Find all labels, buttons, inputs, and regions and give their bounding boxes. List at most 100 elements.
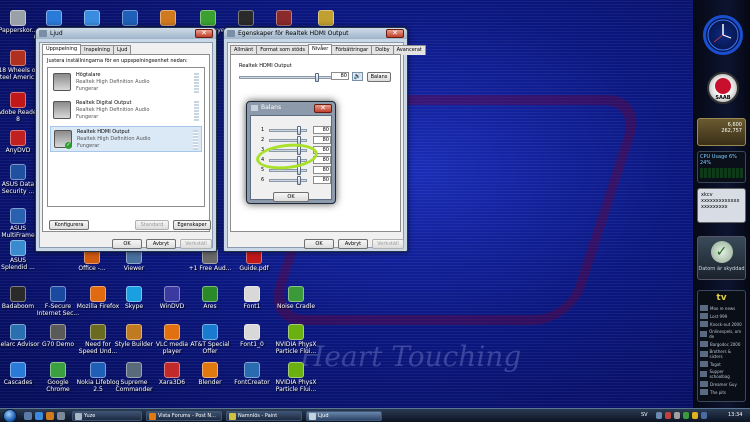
channel-slider-track[interactable] <box>269 139 307 142</box>
app-icon <box>202 286 218 302</box>
sidebar-tray-icon[interactable] <box>701 412 707 419</box>
desktop-icon[interactable]: Badaboom <box>0 286 40 310</box>
balance-ok-button[interactable]: OK <box>273 192 309 202</box>
app-icon <box>10 50 26 66</box>
task-vista-forums[interactable]: Vista Forums - Post N... <box>146 411 222 421</box>
desktop-icon-label: ASUS Splendid ... <box>1 257 35 271</box>
tv-list-item[interactable]: Knock-out 2000 <box>700 321 743 327</box>
channel-value-box[interactable]: 80 <box>313 136 331 144</box>
desktop-icon-label: Font1_0 <box>240 341 264 348</box>
desktop-icon[interactable]: ASUS Splendid ... <box>0 240 40 271</box>
close-button[interactable]: ✕ <box>314 104 332 113</box>
sound-window-titlebar[interactable]: Ljud ✕ <box>36 28 216 39</box>
task-yuze[interactable]: Yuze <box>72 411 142 421</box>
desktop-icon[interactable]: 18 Wheels of Steel Americ... <box>0 50 40 81</box>
ok-button[interactable]: OK <box>112 239 142 249</box>
properties-button[interactable]: Egenskaper <box>173 220 211 230</box>
desktop-icon[interactable]: AT&T Special Offer <box>188 324 232 355</box>
ok-button[interactable]: OK <box>304 239 334 249</box>
tv-list-item[interactable]: Tagot <box>700 361 743 367</box>
desktop-icon[interactable]: ASUS MultiFrame <box>0 208 40 239</box>
channel-slider-thumb[interactable] <box>297 176 301 185</box>
clock-time[interactable]: 13:34 <box>728 411 742 420</box>
channel-value-box[interactable]: 80 <box>313 176 331 184</box>
clock-gadget[interactable] <box>703 15 743 55</box>
show-desktop-icon[interactable] <box>24 412 32 420</box>
ie-icon[interactable] <box>35 412 43 420</box>
properties-window-titlebar[interactable]: Egenskaper för Realtek HDMI Output ✕ <box>224 28 407 39</box>
channel-slider-thumb[interactable] <box>297 126 301 135</box>
desktop-icon[interactable]: Belarc Advisor <box>0 324 40 348</box>
desktop-icon[interactable]: NVIDIA PhysX Particle Flui... <box>274 362 318 393</box>
balance-button[interactable]: Balans <box>367 72 391 82</box>
battery-icon[interactable] <box>683 412 689 419</box>
tv-gadget[interactable]: tv Moo re news Lost 999 Knock-out 2000 Onli… <box>697 290 746 402</box>
tv-list-item[interactable]: Lost 999 <box>700 313 743 319</box>
level-meter <box>193 130 198 150</box>
notes-gadget[interactable]: xkcv xxxxxxxxxxxxxxxxxxxxxx <box>697 188 746 223</box>
device-item[interactable]: Högtalare Realtek High Definition Audio … <box>50 70 202 96</box>
desktop-icon[interactable]: Google Chrome <box>36 362 80 393</box>
desktop-icon[interactable]: Cascades <box>0 362 40 386</box>
apply-button[interactable]: Verkställ <box>180 239 212 249</box>
tv-item-label: Knock-out 2000 <box>710 321 742 327</box>
close-button[interactable]: ✕ <box>195 29 213 38</box>
desktop-icon[interactable]: Blender <box>188 362 232 386</box>
tv-list-item[interactable]: Onlinespels, om de <box>700 329 743 339</box>
channel-slider-track[interactable] <box>269 169 307 172</box>
device-item-selected[interactable]: ✓ Realtek HDMI Output Realtek High Defin… <box>50 126 202 152</box>
desktop-icon[interactable]: G70 Demo <box>36 324 80 348</box>
volume-icon[interactable] <box>674 412 680 419</box>
default-button[interactable]: Standard <box>135 220 169 230</box>
language-indicator[interactable]: SV <box>641 411 648 420</box>
close-button[interactable]: ✕ <box>386 29 404 38</box>
desktop-icon[interactable]: Noise Cradle <box>274 286 318 310</box>
desktop-icon[interactable]: ASUS Data Security ... <box>0 164 40 195</box>
saab-logo-gadget[interactable]: SAAB <box>707 72 739 104</box>
cpu-gadget[interactable]: CPU Usage 6% 24% <box>697 151 746 183</box>
network-icon[interactable] <box>656 412 662 419</box>
security-tray-icon[interactable] <box>665 412 671 419</box>
task-label: Namnlös - Paint <box>238 413 278 419</box>
desktop-icon-label: Noise Cradle <box>276 303 316 310</box>
desktop-icon[interactable]: NVIDIA PhysX Particle Flui... <box>274 324 318 355</box>
desktop-icon[interactable]: Font1 <box>230 286 274 310</box>
tv-list-item[interactable]: Bargodoc 2000 <box>700 341 743 347</box>
channel-slider-track[interactable] <box>269 129 307 132</box>
task-paint[interactable]: Namnlös - Paint <box>226 411 302 421</box>
channel-value-box[interactable]: 80 <box>313 126 331 134</box>
channel-value-box[interactable]: 80 <box>313 166 331 174</box>
update-icon[interactable] <box>692 412 698 419</box>
level-value-box[interactable]: 80 <box>331 72 349 80</box>
desktop-icon[interactable]: Adobe Reader 8 <box>0 92 40 123</box>
cancel-button[interactable]: Avbryt <box>146 239 176 249</box>
tv-list-item[interactable]: Moo re news <box>700 305 743 311</box>
switch-windows-icon[interactable] <box>57 412 65 420</box>
app-icon <box>126 362 142 378</box>
cancel-button[interactable]: Avbryt <box>338 239 368 249</box>
desktop-icon[interactable]: FontCreator <box>230 362 274 386</box>
level-slider-thumb[interactable] <box>315 73 319 82</box>
app-icon <box>50 362 66 378</box>
firefox-icon[interactable] <box>46 412 54 420</box>
apply-button[interactable]: Verkställ <box>372 239 404 249</box>
griffin-icon <box>715 78 731 94</box>
level-slider-track[interactable] <box>239 76 337 79</box>
disk-gadget[interactable]: 6,600 262,757 <box>697 118 746 146</box>
tv-list-item[interactable]: Dreamer Guy <box>700 381 743 387</box>
device-item[interactable]: Realtek Digital Output Realtek High Defi… <box>50 98 202 124</box>
configure-button[interactable]: Konfigurera <box>49 220 89 230</box>
desktop-icon[interactable]: Ares <box>188 286 232 310</box>
channel-slider-track[interactable] <box>269 179 307 182</box>
desktop-icon[interactable]: Font1_0 <box>230 324 274 348</box>
tv-list-item[interactable]: Brothers & sisters <box>700 349 743 359</box>
desktop-icon[interactable]: AnyDVD <box>0 130 40 154</box>
tv-list-item[interactable]: The pits <box>700 389 743 395</box>
task-ljud[interactable]: Ljud <box>306 411 382 421</box>
security-gadget[interactable]: ✓ Datorn är skyddad <box>697 236 746 280</box>
speaker-mute-icon[interactable]: 🔊 <box>352 72 363 81</box>
start-button[interactable] <box>3 409 17 422</box>
desktop-icon[interactable]: F-Secure Internet Sec... <box>36 286 80 317</box>
app-icon <box>10 208 26 224</box>
tv-list-item[interactable]: Supper schoolbag <box>700 369 743 379</box>
